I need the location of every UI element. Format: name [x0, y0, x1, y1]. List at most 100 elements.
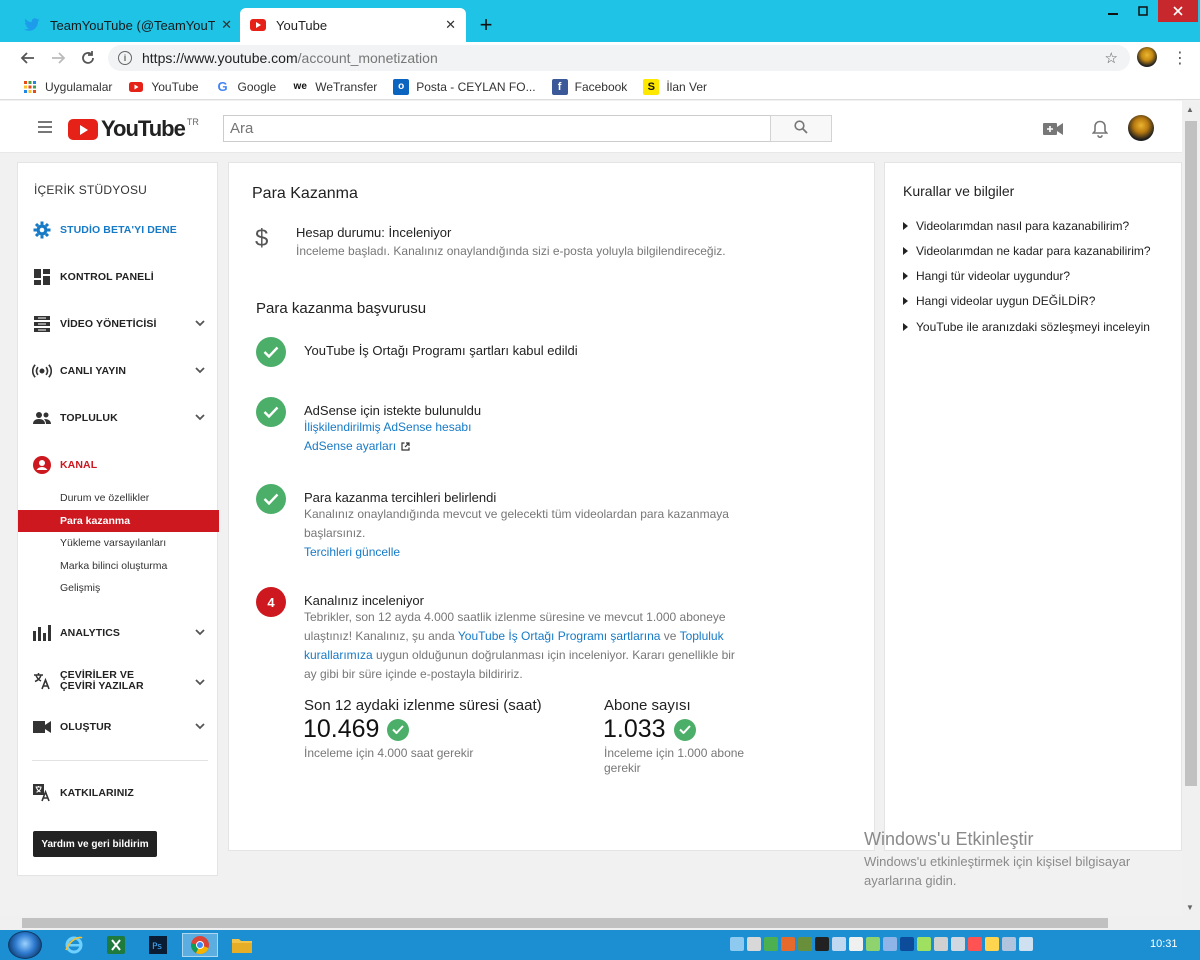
scroll-down-icon[interactable]: ▼: [1186, 903, 1194, 912]
maximize-icon[interactable]: [1128, 0, 1158, 22]
horizontal-scrollbar[interactable]: [0, 916, 1200, 930]
bookmark-label: YouTube: [151, 79, 199, 94]
apps-grid-icon: [22, 79, 38, 95]
watch-time-label: Son 12 aydaki izlenme süresi (saat): [304, 697, 542, 714]
search-input[interactable]: [223, 115, 771, 142]
sidebar-item-channel[interactable]: KANAL: [18, 451, 219, 479]
bookmark-youtube[interactable]: YouTube: [128, 79, 199, 95]
bookmark-wetransfer[interactable]: we WeTransfer: [292, 79, 378, 95]
tab-teamyoutube[interactable]: TeamYouTube (@TeamYouTube) ✕: [14, 8, 242, 42]
vertical-scrollbar[interactable]: ▲ ▼: [1182, 101, 1200, 916]
triangle-right-icon: [903, 272, 908, 280]
step-number-badge: 4: [256, 587, 286, 617]
address-bar[interactable]: i https://www.youtube.com/account_moneti…: [108, 45, 1130, 71]
account-avatar[interactable]: [1128, 115, 1154, 141]
sidebar-subitem-branding[interactable]: Marka bilinci oluşturma: [18, 555, 219, 577]
reload-icon[interactable]: [78, 48, 98, 68]
browser-titlebar: TeamYouTube (@TeamYouTube) ✕ YouTube ✕ +: [0, 0, 1200, 42]
forward-arrow-icon[interactable]: [48, 48, 68, 68]
sidebar-subitem-advanced[interactable]: Gelişmiş: [18, 577, 219, 599]
update-preferences-link[interactable]: Tercihleri güncelle: [304, 545, 400, 559]
bar-chart-icon: [32, 623, 52, 643]
sidebar-item-dashboard[interactable]: KONTROL PANELİ: [18, 263, 219, 291]
hamburger-menu-icon[interactable]: [38, 121, 52, 136]
chevron-down-icon: [195, 412, 205, 424]
sidebar-item-create[interactable]: OLUŞTUR: [18, 713, 219, 741]
bell-icon[interactable]: [1090, 119, 1110, 139]
search-button[interactable]: [770, 115, 832, 142]
upload-video-icon[interactable]: [1043, 119, 1063, 139]
tab-youtube[interactable]: YouTube ✕: [240, 8, 466, 42]
photoshop-icon[interactable]: Ps: [140, 933, 176, 957]
sidebar-subitem-upload-defaults[interactable]: Yükleme varsayılanları: [18, 532, 219, 554]
ypp-terms-link[interactable]: YouTube İş Ortağı Programı şartlarına: [458, 629, 661, 643]
bookmark-google[interactable]: G Google: [215, 79, 277, 95]
sidebar-item-translations[interactable]: ÇEVİRİLER VE ÇEVİRİ YAZILAR: [18, 664, 219, 698]
ie-icon[interactable]: [56, 933, 92, 957]
bookmark-star-icon[interactable]: ☆: [1105, 49, 1118, 67]
sidebar-item-video-manager[interactable]: VİDEO YÖNETİCİSİ: [18, 310, 219, 338]
new-tab-button[interactable]: +: [474, 12, 498, 38]
bookmark-apps[interactable]: Uygulamalar: [22, 79, 112, 95]
sidebar-subitem-monetization[interactable]: Para kazanma: [18, 510, 219, 532]
back-arrow-icon[interactable]: [18, 48, 38, 68]
chevron-down-icon: [195, 677, 205, 689]
rules-title: Kurallar ve bilgiler: [903, 183, 1015, 199]
rule-link[interactable]: Videolarımdan ne kadar para kazanabiliri…: [903, 244, 1151, 258]
community-guidelines-link[interactable]: Topluluk: [680, 629, 724, 643]
step-desc-line: ay gibi bir süre içinde e-postayla bildi…: [304, 667, 523, 681]
profile-avatar[interactable]: [1137, 47, 1157, 67]
community-guidelines-link-cont[interactable]: kurallarımıza: [304, 648, 373, 662]
watch-time-note: İnceleme için 4.000 saat gerekir: [304, 746, 474, 760]
bookmark-label: İlan Ver: [666, 79, 708, 94]
scrollbar-thumb[interactable]: [1185, 121, 1197, 786]
close-icon[interactable]: ✕: [221, 17, 232, 33]
sidebar-item-analytics[interactable]: ANALYTICS: [18, 619, 219, 647]
browser-menu-icon[interactable]: ⋮: [1172, 48, 1188, 68]
scrollbar-thumb[interactable]: [22, 918, 1108, 928]
rule-link[interactable]: YouTube ile aranızdaki sözleşmeyi incele…: [903, 320, 1150, 334]
adsense-settings-link[interactable]: AdSense ayarları: [304, 439, 410, 453]
link-label: AdSense ayarları: [304, 439, 397, 453]
file-explorer-icon[interactable]: [224, 933, 260, 957]
note-line: İnceleme için 1.000 abone: [604, 746, 745, 760]
sidebar-item-contributions[interactable]: KATKILARINIZ: [18, 779, 219, 807]
bookmark-facebook[interactable]: f Facebook: [551, 78, 627, 95]
sidebar-item-label: KATKILARINIZ: [60, 787, 134, 799]
bookmark-ilan-ver[interactable]: S İlan Ver: [643, 78, 708, 95]
taskbar-clock[interactable]: 10:31: [1150, 938, 1178, 950]
sidebar-item-label: VİDEO YÖNETİCİSİ: [60, 318, 157, 330]
linked-adsense-link[interactable]: İlişkilendirilmiş AdSense hesabı: [304, 420, 471, 434]
subscribers-note: İnceleme için 1.000 abone gerekir: [604, 746, 744, 776]
activation-line: ayarlarına gidin.: [864, 873, 957, 888]
page-viewport: YouTube TR İÇERİK STÜDYOSU STUDİO BETA'Y…: [0, 101, 1182, 916]
excel-icon[interactable]: [98, 933, 134, 957]
close-icon[interactable]: ✕: [445, 17, 456, 33]
rule-link[interactable]: Videolarımdan nasıl para kazanabilirim?: [903, 219, 1129, 233]
svg-text:Ps: Ps: [152, 942, 162, 952]
info-icon[interactable]: i: [118, 51, 132, 65]
chrome-taskbar-icon[interactable]: [182, 933, 218, 957]
outlook-icon: o: [393, 78, 410, 95]
help-feedback-button[interactable]: Yardım ve geri bildirim: [33, 831, 157, 857]
browser-toolbar: i https://www.youtube.com/account_moneti…: [0, 42, 1200, 74]
bookmark-mail[interactable]: o Posta - CEYLAN FO...: [393, 78, 536, 95]
scroll-up-icon[interactable]: ▲: [1186, 105, 1194, 114]
check-circle-icon: [256, 397, 286, 427]
youtube-logo[interactable]: YouTube TR: [68, 116, 199, 142]
system-tray[interactable]: [730, 937, 1036, 951]
bookmark-label: Google: [237, 79, 277, 94]
minimize-icon[interactable]: [1098, 0, 1128, 22]
start-button[interactable]: [8, 931, 42, 959]
step-title: Kanalınız inceleniyor: [304, 593, 424, 608]
rule-link[interactable]: Hangi tür videolar uygundur?: [903, 269, 1070, 283]
sidebar-item-live[interactable]: CANLI YAYIN: [18, 357, 219, 385]
window-close-icon[interactable]: [1158, 0, 1198, 22]
sidebar-item-community[interactable]: TOPLULUK: [18, 404, 219, 432]
rule-link[interactable]: Hangi videolar uygun DEĞİLDİR?: [903, 294, 1095, 308]
sidebar-item-studio-beta[interactable]: STUDİO BETA'YI DENE: [18, 216, 219, 244]
dashboard-icon: [32, 267, 52, 287]
sidebar-subitem-status[interactable]: Durum ve özellikler: [18, 487, 219, 509]
account-circle-icon: [32, 455, 52, 475]
wetransfer-icon: we: [293, 81, 307, 92]
